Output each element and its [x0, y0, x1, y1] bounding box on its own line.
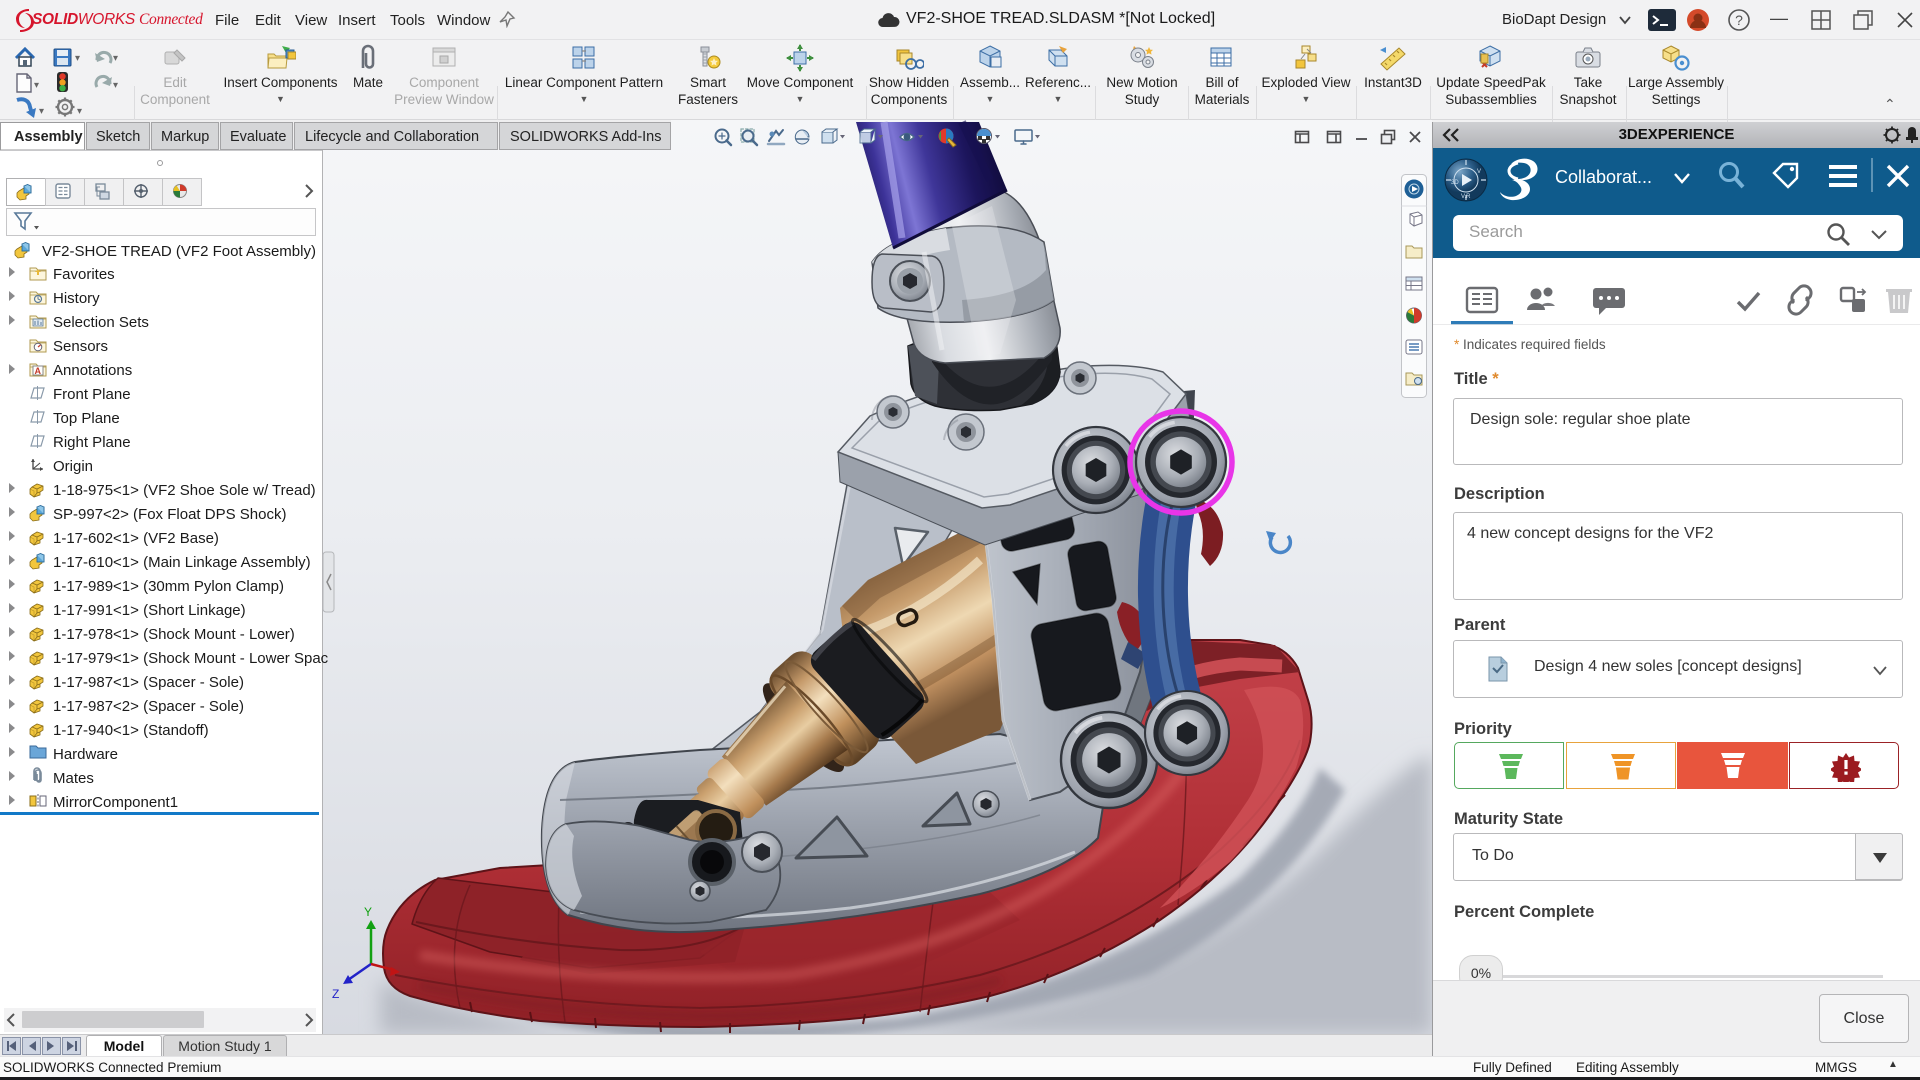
svg-text:1-17-978<1> (Shock Mount - Low: 1-17-978<1> (Shock Mount - Lower)	[53, 626, 295, 643]
svg-text:▾: ▾	[75, 53, 80, 64]
svg-text:1-17-979<1> (Shock Mount - Low: 1-17-979<1> (Shock Mount - Lower Spac	[53, 650, 329, 667]
svg-text:1-17-602<1> (VF2 Base): 1-17-602<1> (VF2 Base)	[53, 530, 219, 547]
svg-text:Hardware: Hardware	[53, 746, 118, 763]
svg-text:Lifecycle and Collaboration: Lifecycle and Collaboration	[305, 129, 479, 145]
svg-text:Assembly: Assembly	[14, 129, 83, 145]
svg-text:SP-997<2> (Fox Float DPS Shock: SP-997<2> (Fox Float DPS Shock)	[53, 506, 286, 523]
svg-text:Y: Y	[364, 905, 372, 919]
svg-text:Z: Z	[332, 987, 339, 1001]
svg-text:?: ?	[1735, 12, 1743, 28]
svg-text:Mates: Mates	[53, 770, 94, 787]
svg-text:1-17-991<1> (Short Linkage): 1-17-991<1> (Short Linkage)	[53, 602, 246, 619]
svg-text:Evaluate: Evaluate	[230, 129, 286, 145]
svg-text:3D: 3D	[1451, 180, 1459, 186]
svg-text:1-17-940<1> (Standoff): 1-17-940<1> (Standoff)	[53, 722, 209, 739]
svg-text:1-17-987<2> (Spacer - Sole): 1-17-987<2> (Spacer - Sole)	[53, 698, 244, 715]
svg-text:Front Plane: Front Plane	[53, 386, 131, 403]
svg-text:1-17-987<1> (Spacer - Sole): 1-17-987<1> (Spacer - Sole)	[53, 674, 244, 691]
svg-text:Markup: Markup	[161, 129, 209, 145]
svg-text:Sensors: Sensors	[53, 338, 108, 355]
svg-text:Favorites: Favorites	[53, 266, 115, 283]
svg-text:Sketch: Sketch	[96, 129, 140, 145]
svg-text:Right Plane: Right Plane	[53, 434, 131, 451]
svg-text:Annotations: Annotations	[53, 362, 132, 379]
svg-text:▾: ▾	[113, 53, 118, 64]
svg-text:▾: ▾	[77, 106, 82, 117]
svg-text:Selection Sets: Selection Sets	[53, 314, 149, 331]
svg-text:A: A	[35, 366, 42, 376]
svg-text:1-17-610<1> (Main Linkage Asse: 1-17-610<1> (Main Linkage Assembly)	[53, 554, 311, 571]
svg-text:▾: ▾	[39, 106, 44, 117]
svg-text:1-17-989<1> (30mm Pylon Clamp): 1-17-989<1> (30mm Pylon Clamp)	[53, 578, 284, 595]
svg-text:Origin: Origin	[53, 458, 93, 475]
svg-text:1-18-975<1> (VF2 Shoe Sole w/: 1-18-975<1> (VF2 Shoe Sole w/ Tread)	[53, 482, 316, 499]
svg-text:VF2-SHOE TREAD (VF2 Foot Assem: VF2-SHOE TREAD (VF2 Foot Assembly)	[42, 243, 316, 260]
svg-text:▾: ▾	[34, 80, 39, 91]
svg-text:Top Plane: Top Plane	[53, 410, 120, 427]
svg-text:SOLIDWORKS Add-Ins: SOLIDWORKS Add-Ins	[510, 129, 662, 145]
svg-text:V: V	[1477, 169, 1481, 175]
svg-text:MirrorComponent1: MirrorComponent1	[53, 794, 178, 811]
svg-text:▾: ▾	[113, 80, 118, 91]
svg-text:History: History	[53, 290, 100, 307]
